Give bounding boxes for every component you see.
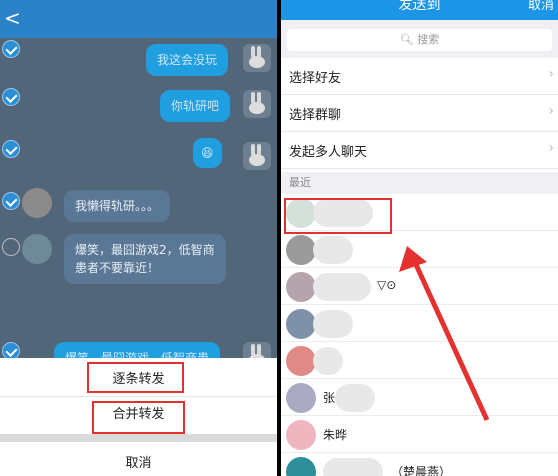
annotation-arrow bbox=[399, 246, 490, 422]
divider bbox=[0, 434, 277, 442]
select-checkbox[interactable] bbox=[2, 192, 20, 210]
message-bubble[interactable]: 你轨研吧 bbox=[160, 90, 231, 122]
arrow-head bbox=[399, 246, 427, 272]
avatar bbox=[243, 90, 271, 118]
message-bubble[interactable]: 我懒得轨研。。。 bbox=[64, 190, 171, 222]
message-bubble[interactable]: 我这会没玩 bbox=[146, 44, 229, 76]
chat-panel: < 我这会没玩 你轨研吧 😆 我懒得轨研。。。 爆笑，最囧游戏2，低智商 患者不… bbox=[0, 0, 277, 476]
avatar bbox=[22, 188, 52, 218]
select-checkbox[interactable] bbox=[2, 88, 20, 106]
message-bubble[interactable]: 爆笑，最囧游戏2，低智商 患者不要靠近！ bbox=[64, 234, 226, 284]
back-icon[interactable]: < bbox=[4, 6, 21, 30]
avatar bbox=[22, 234, 52, 264]
arrow-shaft bbox=[410, 256, 490, 422]
screenshot: < 我这会没玩 你轨研吧 😆 我懒得轨研。。。 爆笑，最囧游戏2，低智商 患者不… bbox=[0, 0, 558, 476]
message-line: 爆笑，最囧游戏2，低智商 bbox=[75, 243, 215, 257]
emoji-bubble[interactable]: 😆 bbox=[193, 138, 222, 168]
avatar bbox=[243, 142, 271, 170]
cancel-button[interactable]: 取消 bbox=[0, 446, 277, 476]
highlight-box bbox=[92, 401, 185, 434]
highlight-box bbox=[87, 362, 184, 393]
select-checkbox[interactable] bbox=[2, 40, 20, 58]
send-to-panel: 发送到 取消 🔍︎ 搜索 选择好友 › 选择群聊 › 发起多人聊天 › 最近 ▽… bbox=[281, 0, 558, 476]
select-checkbox[interactable] bbox=[2, 140, 20, 158]
avatar bbox=[243, 44, 271, 72]
chat-header: < bbox=[0, 0, 277, 38]
message-line: 患者不要靠近！ bbox=[75, 261, 160, 275]
select-checkbox[interactable] bbox=[2, 238, 20, 256]
chat-messages: 我这会没玩 你轨研吧 😆 我懒得轨研。。。 爆笑，最囧游戏2，低智商 患者不要靠… bbox=[0, 38, 277, 374]
